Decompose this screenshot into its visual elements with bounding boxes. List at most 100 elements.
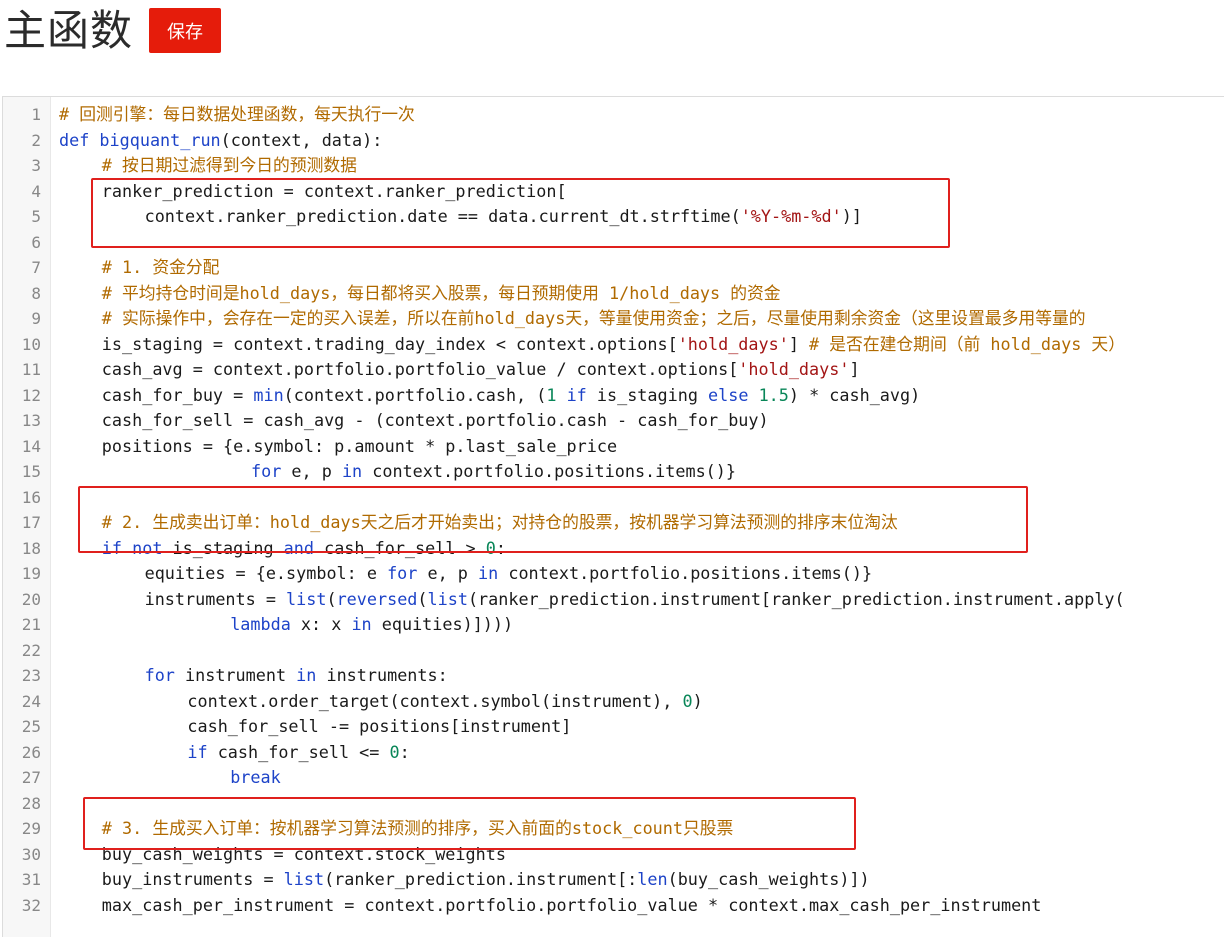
code-text: is_staging = context.trading_day_index <… bbox=[102, 332, 1125, 358]
line-number: 20 bbox=[21, 589, 41, 609]
line-number: 21 bbox=[21, 615, 41, 634]
code-token: 0 bbox=[682, 690, 693, 711]
code-text: cash_avg = context.portfolio.portfolio_v… bbox=[102, 357, 860, 383]
code-text: for e, p in context.portfolio.positions.… bbox=[241, 459, 736, 485]
code-token: bigquant_run bbox=[99, 129, 221, 150]
code-token: for bbox=[144, 665, 186, 685]
code-text: positions = {e.symbol: p.amount * p.last… bbox=[102, 434, 617, 460]
code-text: # 1. 资金分配 bbox=[102, 255, 220, 281]
line-number: 22 bbox=[21, 640, 41, 660]
code-token: if bbox=[187, 741, 218, 762]
code-token: ] bbox=[849, 359, 860, 379]
code-text: max_cash_per_instrument = context.portfo… bbox=[102, 893, 1042, 919]
line-number: 26 bbox=[21, 742, 41, 762]
code-text: cash_for_sell = cash_avg - (context.port… bbox=[102, 408, 769, 434]
line-number: 30 bbox=[21, 844, 41, 864]
code-token: lambda bbox=[230, 614, 301, 634]
highlight-box-ranker-prediction bbox=[91, 178, 950, 248]
code-token: equities)]))) bbox=[381, 614, 514, 634]
code-token: cash_for_sell = cash_avg - (context.port… bbox=[101, 410, 769, 430]
line-number: 4 bbox=[31, 181, 41, 201]
line-number: 28 bbox=[21, 793, 41, 813]
code-token: 1.5 bbox=[758, 384, 789, 405]
line-number: 32 bbox=[21, 895, 41, 915]
code-token: in bbox=[341, 461, 373, 481]
code-text: for instrument in instruments: bbox=[145, 663, 448, 689]
code-text: instruments = list(reversed(list(ranker_… bbox=[145, 587, 1125, 613]
code-token: # 回测引擎：每日数据处理函数，每天执行一次 bbox=[59, 104, 415, 124]
code-token: # 1. 资金分配 bbox=[101, 257, 220, 277]
code-text: # 平均持仓时间是hold_days，每日都将买入股票，每日预期使用 1/hol… bbox=[102, 281, 781, 307]
code-token: is_staging bbox=[596, 384, 709, 405]
code-token: positions = {e.symbol: p.amount * p.last… bbox=[101, 435, 618, 456]
line-number: 16 bbox=[21, 487, 41, 507]
code-token: # 按日期过滤得到今日的预测数据 bbox=[101, 155, 357, 175]
code-token: buy_instruments = bbox=[101, 869, 284, 889]
code-text: lambda x: x in equities)]))) bbox=[230, 612, 513, 638]
code-token: instruments = bbox=[144, 588, 287, 609]
page-title: 主函数 bbox=[4, 6, 134, 55]
code-token: cash_for_buy = bbox=[101, 384, 254, 405]
code-token: ) bbox=[692, 690, 703, 711]
line-number: 27 bbox=[21, 768, 41, 787]
line-number: 9 bbox=[31, 309, 41, 328]
code-text: def bigquant_run(context, data): bbox=[59, 128, 382, 154]
code-token: in bbox=[351, 614, 382, 634]
code-token: for bbox=[387, 563, 428, 583]
line-number: 23 bbox=[21, 666, 41, 685]
code-token: if bbox=[556, 384, 597, 405]
code-token: break bbox=[230, 767, 281, 787]
line-number: 6 bbox=[31, 232, 41, 252]
code-token: cash_avg = context.portfolio.portfolio_v… bbox=[101, 359, 739, 379]
line-number: 25 bbox=[21, 717, 41, 736]
code-text: # 实际操作中，会存在一定的买入误差，所以在前hold_days天，等量使用资金… bbox=[102, 306, 1086, 332]
code-token: ( bbox=[326, 588, 337, 609]
code-token: e, p bbox=[427, 563, 479, 583]
line-number: 19 bbox=[21, 564, 41, 583]
code-token: len bbox=[637, 869, 668, 889]
code-token: list bbox=[427, 588, 468, 609]
line-number: 11 bbox=[21, 360, 41, 379]
code-token: list bbox=[286, 588, 327, 609]
line-number: 24 bbox=[21, 691, 41, 711]
code-token: 0 bbox=[389, 741, 400, 762]
line-number: 18 bbox=[21, 538, 41, 558]
line-number: 5 bbox=[31, 207, 41, 226]
save-button[interactable]: 保存 bbox=[149, 8, 221, 53]
code-token: # 是否在建仓期间（前 hold_days 天） bbox=[809, 333, 1125, 354]
code-token: ] bbox=[788, 333, 810, 354]
code-token: (ranker_prediction.instrument[ranker_pre… bbox=[467, 588, 1125, 609]
code-token: instrument bbox=[185, 665, 297, 685]
code-token: max_cash_per_instrument = context.portfo… bbox=[101, 894, 1042, 915]
code-text: buy_instruments = list(ranker_prediction… bbox=[102, 867, 870, 893]
code-token: cash_for_sell -= positions[instrument] bbox=[187, 716, 572, 736]
code-token: context.order_target(context.symbol(inst… bbox=[187, 690, 683, 711]
code-token: # 实际操作中，会存在一定的买入误差，所以在前hold_days天，等量使用资金… bbox=[101, 308, 1086, 328]
code-text: context.order_target(context.symbol(inst… bbox=[187, 689, 702, 715]
code-token: is_staging = context.trading_day_index <… bbox=[101, 333, 678, 354]
code-text: break bbox=[230, 765, 281, 791]
line-number: 2 bbox=[31, 130, 41, 150]
code-token: reversed bbox=[336, 588, 418, 609]
code-text: cash_for_buy = min(context.portfolio.cas… bbox=[102, 383, 920, 409]
code-token: ( bbox=[417, 588, 428, 609]
code-token: e, p bbox=[291, 461, 342, 481]
code-token: (ranker_prediction.instrument[: bbox=[324, 869, 638, 889]
code-token: for bbox=[240, 461, 292, 481]
line-number: 29 bbox=[21, 819, 41, 838]
code-text: # 回测引擎：每日数据处理函数，每天执行一次 bbox=[59, 102, 415, 128]
code-token: ) * cash_avg) bbox=[788, 384, 921, 405]
line-number: 12 bbox=[21, 385, 41, 405]
code-token: # 平均持仓时间是hold_days，每日都将买入股票，每日预期使用 1/hol… bbox=[101, 282, 781, 303]
code-token: min bbox=[253, 384, 284, 405]
highlight-box-sell-orders bbox=[78, 486, 1028, 553]
code-token: x: x bbox=[300, 614, 352, 634]
line-number: 1 bbox=[31, 105, 41, 124]
line-number: 7 bbox=[31, 258, 41, 277]
code-token: : bbox=[399, 741, 410, 762]
code-text: # 按日期过滤得到今日的预测数据 bbox=[102, 153, 357, 179]
highlight-box-buy-orders bbox=[83, 797, 856, 850]
code-token: def bbox=[59, 129, 100, 150]
code-token: 'hold_days' bbox=[738, 359, 850, 379]
code-text: equities = {e.symbol: e for e, p in cont… bbox=[145, 561, 872, 587]
